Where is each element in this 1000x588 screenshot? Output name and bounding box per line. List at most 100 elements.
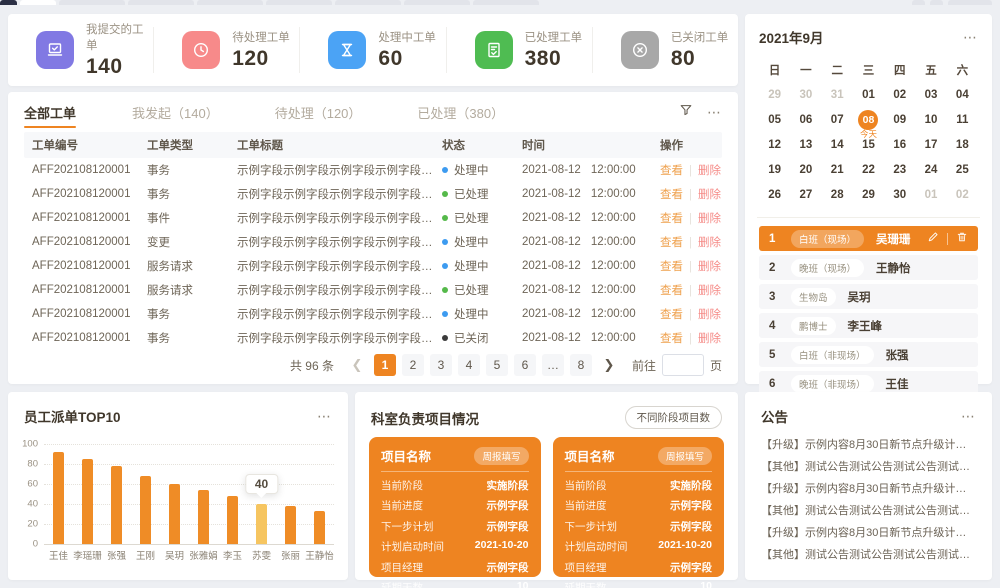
table-row[interactable]: AFF202108120001 事务 示例字段示例字段示例字段示例字段示例字段 … <box>24 302 722 326</box>
delete-link[interactable]: 删除 <box>698 333 721 345</box>
bar-slot[interactable]: 40 <box>247 444 276 544</box>
table-row[interactable]: AFF202108120001 事务 示例字段示例字段示例字段示例字段示例字段 … <box>24 182 722 206</box>
view-link[interactable]: 查看 <box>660 309 683 321</box>
view-link[interactable]: 查看 <box>660 237 683 249</box>
weekly-report-tag[interactable]: 周报填写 <box>474 447 528 465</box>
table-row[interactable]: AFF202108120001 服务请求 示例字段示例字段示例字段示例字段示例字… <box>24 254 722 278</box>
table-row[interactable]: AFF202108120001 事件 示例字段示例字段示例字段示例字段示例字段 … <box>24 206 722 230</box>
bar[interactable] <box>111 466 122 544</box>
bar-slot[interactable] <box>102 444 131 544</box>
tab-strip-segment[interactable] <box>266 0 332 5</box>
bar[interactable] <box>285 506 296 544</box>
bar[interactable] <box>82 459 93 544</box>
bar[interactable] <box>169 484 180 544</box>
calendar-day[interactable]: 30 <box>790 82 821 107</box>
calendar-day[interactable]: 01 <box>853 82 884 107</box>
calendar-day[interactable]: 21 <box>822 157 853 182</box>
stage-count-button[interactable]: 不同阶段项目数 <box>625 406 723 429</box>
page-ellipsis[interactable]: … <box>542 354 564 376</box>
notice-item[interactable]: 【其他】测试公告测试公告测试公告测试公告测试公告 <box>761 544 976 566</box>
tab-strip-segment[interactable] <box>59 0 125 5</box>
page-button[interactable]: 1 <box>374 354 396 376</box>
goto-page-input[interactable] <box>662 354 704 376</box>
calendar-day[interactable]: 01 <box>915 182 946 207</box>
prev-page-button[interactable]: ❮ <box>346 354 368 376</box>
tab-strip-segment[interactable] <box>948 0 992 5</box>
page-button[interactable]: 3 <box>430 354 452 376</box>
view-link[interactable]: 查看 <box>660 333 683 345</box>
more-icon[interactable]: ⋯ <box>707 104 722 121</box>
calendar-day[interactable]: 13 <box>790 132 821 157</box>
calendar-day[interactable]: 16 <box>884 132 915 157</box>
calendar-day[interactable]: 02 <box>947 182 978 207</box>
delete-link[interactable]: 删除 <box>698 285 721 297</box>
bar[interactable] <box>227 496 238 544</box>
calendar-day[interactable]: 09 <box>884 107 915 132</box>
tab-strip-segment[interactable] <box>20 0 56 5</box>
view-link[interactable]: 查看 <box>660 285 683 297</box>
bar-slot[interactable] <box>218 444 247 544</box>
tab-strip-segment[interactable] <box>404 0 470 5</box>
weekly-report-tag[interactable]: 周报填写 <box>658 447 712 465</box>
table-row[interactable]: AFF202108120001 事务 示例字段示例字段示例字段示例字段示例字段 … <box>24 326 722 350</box>
worklist-tab[interactable]: 我发起（140） <box>132 92 219 132</box>
delete-link[interactable]: 删除 <box>698 165 721 177</box>
calendar-day[interactable]: 19 <box>759 157 790 182</box>
tab-strip-segment[interactable] <box>930 0 943 5</box>
bar[interactable] <box>53 452 64 544</box>
calendar-day[interactable]: 11 <box>947 107 978 132</box>
bar-slot[interactable] <box>44 444 73 544</box>
table-row[interactable]: AFF202108120001 事务 示例字段示例字段示例字段示例字段示例字段 … <box>24 158 722 182</box>
roster-row[interactable]: 1 白班（现场） 吴珊珊 <box>759 226 978 251</box>
bar[interactable] <box>140 476 151 544</box>
tab-strip-segment[interactable] <box>473 0 539 5</box>
calendar-day[interactable]: 26 <box>759 182 790 207</box>
more-icon[interactable]: ⋯ <box>317 408 332 425</box>
calendar-day[interactable]: 28 <box>822 182 853 207</box>
bar[interactable] <box>314 511 325 544</box>
calendar-day[interactable]: 07 <box>822 107 853 132</box>
calendar-day[interactable]: 22 <box>853 157 884 182</box>
calendar-day[interactable]: 17 <box>915 132 946 157</box>
delete-link[interactable]: 删除 <box>698 189 721 201</box>
worklist-tab[interactable]: 已处理（380） <box>417 92 504 132</box>
page-button[interactable]: 6 <box>514 354 536 376</box>
bar-slot[interactable] <box>305 444 334 544</box>
bar-slot[interactable] <box>276 444 305 544</box>
calendar-day[interactable]: 29 <box>853 182 884 207</box>
next-page-button[interactable]: ❯ <box>598 354 620 376</box>
worklist-tab[interactable]: 全部工单 <box>24 92 76 132</box>
notice-item[interactable]: 【其他】测试公告测试公告测试公告测试公告测试公告 <box>761 456 976 478</box>
calendar-day-today[interactable]: 08今天 <box>853 107 884 132</box>
view-link[interactable]: 查看 <box>660 165 683 177</box>
page-button[interactable]: 5 <box>486 354 508 376</box>
edit-pencil-icon[interactable] <box>927 231 939 246</box>
more-icon[interactable]: ⋯ <box>963 29 978 46</box>
tab-strip-segment[interactable] <box>912 0 925 5</box>
tab-strip-segment[interactable] <box>0 0 17 5</box>
calendar-day[interactable]: 23 <box>884 157 915 182</box>
roster-row[interactable]: 2 晚班（现场） 王静怡 <box>759 255 978 280</box>
bar-slot[interactable] <box>189 444 218 544</box>
delete-link[interactable]: 删除 <box>698 237 721 249</box>
calendar-day[interactable]: 15 <box>853 132 884 157</box>
calendar-day[interactable]: 27 <box>790 182 821 207</box>
calendar-day[interactable]: 20 <box>790 157 821 182</box>
table-row[interactable]: AFF202108120001 服务请求 示例字段示例字段示例字段示例字段示例字… <box>24 278 722 302</box>
bar[interactable] <box>198 490 209 544</box>
notice-item[interactable]: 【升级】示例内容8月30日新节点升级计划通知 <box>761 434 976 456</box>
notice-item[interactable]: 【其他】测试公告测试公告测试公告测试公告测试公告 <box>761 500 976 522</box>
delete-link[interactable]: 删除 <box>698 309 721 321</box>
calendar-day[interactable]: 03 <box>915 82 946 107</box>
view-link[interactable]: 查看 <box>660 261 683 273</box>
delete-link[interactable]: 删除 <box>698 261 721 273</box>
bar[interactable] <box>256 504 267 544</box>
view-link[interactable]: 查看 <box>660 189 683 201</box>
bar-slot[interactable] <box>73 444 102 544</box>
calendar-day[interactable]: 30 <box>884 182 915 207</box>
roster-row[interactable]: 3 生物岛 吴玥 <box>759 284 978 309</box>
page-button[interactable]: 8 <box>570 354 592 376</box>
calendar-day[interactable]: 12 <box>759 132 790 157</box>
calendar-day[interactable]: 18 <box>947 132 978 157</box>
notice-item[interactable]: 【升级】示例内容8月30日新节点升级计划通知 <box>761 522 976 544</box>
